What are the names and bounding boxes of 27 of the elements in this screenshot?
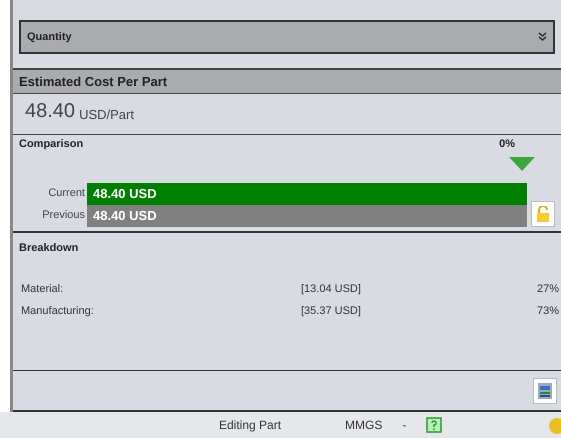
cost-value: 48.40 (25, 99, 76, 124)
cost-bar: 48.40 USD (87, 182, 527, 204)
cost-bar: 48.40 USD (87, 204, 527, 226)
breakdown-cost: [35.37 USD] (301, 304, 362, 319)
breakdown-cost: [13.04 USD] (301, 282, 362, 296)
section-title: Breakdown (19, 242, 78, 254)
change-percent: 0% (499, 137, 515, 152)
lock-button[interactable] (531, 200, 555, 226)
section-title: Estimated Cost Per Part (13, 70, 561, 94)
breakdown-share: 27% (536, 282, 559, 296)
status-units[interactable]: MMGS (345, 416, 382, 434)
breakdown-share: 73% (536, 304, 559, 319)
help-icon[interactable] (426, 417, 442, 433)
breakdown-name: Manufacturing: (21, 304, 95, 319)
quantity-header[interactable]: Quantity (19, 20, 555, 54)
status-mode: Editing Part (219, 417, 282, 434)
report-icon (537, 382, 553, 400)
bar-label: Previous (41, 208, 86, 224)
breakdown-name: Material: (21, 282, 64, 296)
double-chevron-icon (538, 32, 547, 42)
cost-unit: USD/Part (79, 106, 134, 124)
section-title: Comparison (19, 137, 84, 152)
bar-label: Current (47, 186, 86, 202)
status-separator: - (402, 417, 406, 434)
down-arrow-icon (509, 156, 535, 170)
lock-icon (536, 206, 550, 222)
settings-button[interactable] (533, 378, 557, 404)
